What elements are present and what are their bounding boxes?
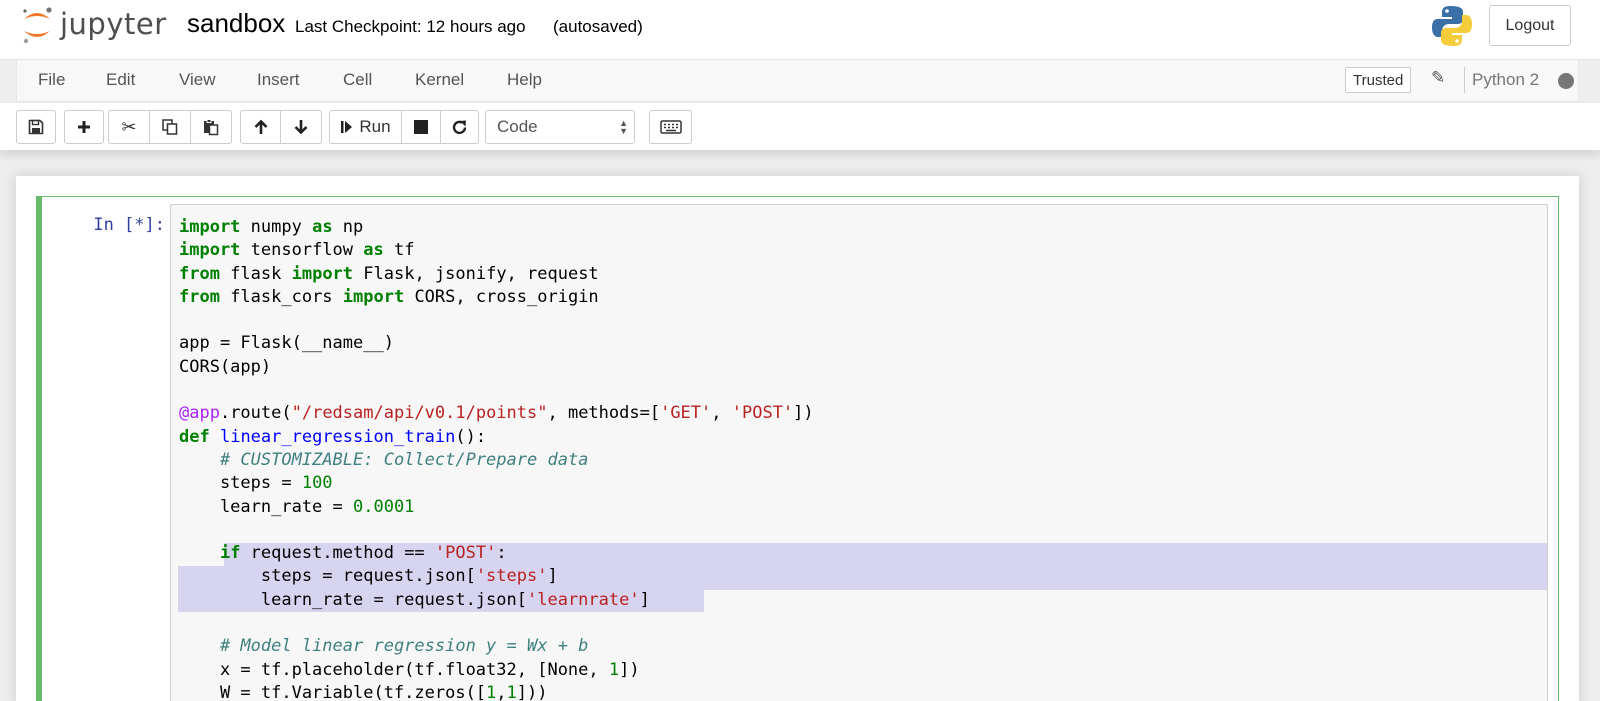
- kernel-divider: [1464, 67, 1465, 93]
- logo-text: jupyter: [60, 7, 167, 41]
- pencil-icon[interactable]: ✎: [1431, 68, 1449, 90]
- code-line: import numpy as np: [179, 217, 364, 237]
- copy-icon: [162, 119, 178, 135]
- code-editor[interactable]: import numpy as np import tensorflow as t…: [170, 204, 1548, 701]
- code-line: CORS(app): [179, 356, 272, 377]
- kernel-name: Python 2: [1472, 70, 1540, 89]
- copy-button[interactable]: [150, 110, 191, 144]
- paste-icon: [204, 119, 219, 136]
- cell-type-select[interactable]: Code ▲ ▼: [485, 110, 635, 144]
- interrupt-button[interactable]: [402, 110, 441, 144]
- code-line: import tensorflow as tf: [179, 240, 415, 261]
- code-line: def linear_regression_train():: [179, 426, 487, 447]
- menu-edit[interactable]: Edit: [106, 70, 135, 90]
- input-prompt: In [*]:: [93, 215, 165, 235]
- save-icon: [28, 119, 44, 135]
- menu-help[interactable]: Help: [507, 70, 542, 90]
- autosave-status: (autosaved): [553, 17, 643, 36]
- code-line: @app.route("/redsam/api/v0.1/points", me…: [179, 403, 814, 424]
- menu-kernel[interactable]: Kernel: [415, 70, 464, 90]
- code-line: steps = 100: [179, 473, 333, 494]
- logout-button[interactable]: Logout: [1489, 5, 1571, 46]
- move-down-button[interactable]: [281, 110, 322, 144]
- notebook-container: In [*]: import numpy as np import tensorf…: [16, 176, 1579, 701]
- code-line: # CUSTOMIZABLE: Collect/Prepare data: [219, 449, 589, 470]
- select-caret-icon: ▲ ▼: [619, 118, 628, 136]
- run-icon: [341, 121, 353, 133]
- trusted-indicator[interactable]: Trusted: [1345, 67, 1412, 93]
- move-up-button[interactable]: [240, 110, 281, 144]
- code-line: from flask_cors import CORS, cross_origi…: [179, 286, 599, 307]
- arrow-down-icon: [294, 120, 308, 135]
- code-line: from flask import Flask, jsonify, reques…: [179, 263, 599, 284]
- run-button[interactable]: Run: [329, 110, 402, 144]
- code-line: if request.method == 'POST':: [219, 543, 507, 564]
- checkpoint-status: Last Checkpoint: 12 hours ago: [295, 17, 526, 36]
- cell-type-value: Code: [497, 117, 538, 136]
- cut-icon: ✂: [121, 116, 137, 137]
- code-line: x = tf.placeholder(tf.float32, [None, 1]…: [179, 659, 640, 680]
- command-palette-button[interactable]: [649, 110, 692, 144]
- code-line: W = tf.Variable(tf.zeros([1,1])): [179, 682, 548, 701]
- menubar: File Edit View Insert Cell Kernel Help T…: [16, 60, 1579, 102]
- keyboard-icon: [659, 120, 682, 134]
- restart-icon: [452, 120, 467, 134]
- code-line: app = Flask(__name__): [179, 333, 394, 354]
- code-line: learn_rate = 0.0001: [179, 496, 415, 517]
- code-line: steps = request.json['steps']: [179, 566, 558, 587]
- insert-cell-button[interactable]: [64, 110, 104, 144]
- paste-button[interactable]: [191, 110, 232, 144]
- jupyter-logo[interactable]: jupyter: [20, 5, 167, 45]
- cut-button[interactable]: ✂: [108, 110, 150, 144]
- plus-icon: [78, 121, 90, 133]
- save-button[interactable]: [16, 110, 56, 144]
- menu-insert[interactable]: Insert: [257, 70, 300, 90]
- header: jupyter sandbox Last Checkpoint: 12 hour…: [0, 0, 1600, 60]
- code-line: learn_rate = request.json['learnrate']: [179, 589, 650, 610]
- arrow-up-icon: [254, 119, 267, 134]
- menu-file[interactable]: File: [38, 70, 65, 90]
- python-logo-icon: [1432, 6, 1472, 46]
- kernel-status-icon: [1558, 73, 1574, 89]
- menu-cell[interactable]: Cell: [343, 70, 372, 90]
- jupyter-logo-icon: [23, 7, 52, 44]
- restart-button[interactable]: [441, 110, 479, 144]
- code-line: # Model linear regression y = Wx + b: [219, 636, 589, 657]
- toolbar: ✂ Run Code ▲ ▼: [0, 103, 1600, 151]
- stop-icon: [414, 120, 428, 134]
- run-label: Run: [359, 117, 391, 136]
- code-text: import numpy as np import tensorflow as t…: [179, 216, 814, 701]
- code-cell[interactable]: In [*]: import numpy as np import tensorf…: [36, 196, 1559, 701]
- notebook-name[interactable]: sandbox: [187, 8, 285, 39]
- menu-view[interactable]: View: [179, 70, 216, 90]
